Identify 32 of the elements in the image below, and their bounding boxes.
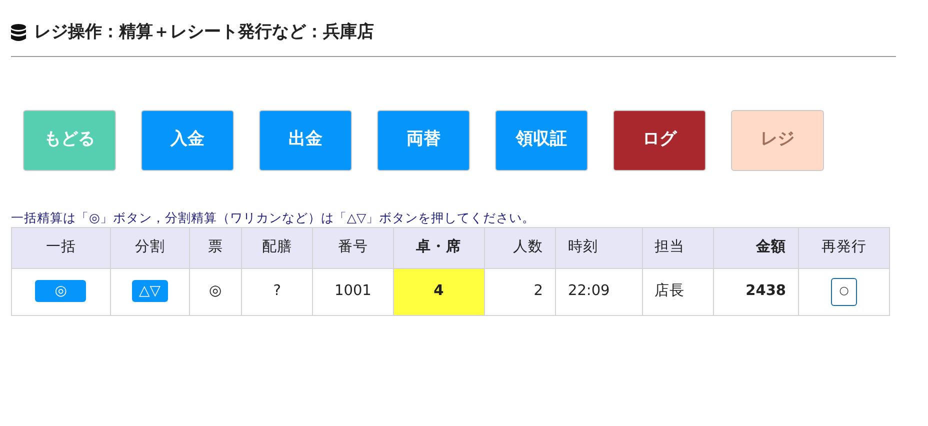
nav-button[interactable]: 入金 xyxy=(141,110,234,170)
column-header: 番号 xyxy=(312,227,394,268)
column-header: 分割 xyxy=(110,227,190,268)
table-cell: ? xyxy=(241,268,313,315)
nav-button[interactable]: もどる xyxy=(23,110,116,170)
page-title: レジ操作：精算＋レシート発行など：兵庫店 xyxy=(34,21,374,44)
column-header: 時刻 xyxy=(555,227,642,268)
reissue-button[interactable]: ○ xyxy=(831,278,857,306)
settle-button[interactable]: ◎ xyxy=(35,280,86,302)
instruction-text: 一括精算は「◎」ボタン，分割精算（ワリカンなど）は「△▽」ボタンを押してください。 xyxy=(11,208,536,226)
column-header: 再発行 xyxy=(798,227,890,268)
nav-button[interactable]: レジ xyxy=(731,110,824,170)
table-cell: ◎ xyxy=(189,268,242,315)
column-header: 票 xyxy=(189,227,242,268)
database-icon xyxy=(11,24,26,42)
column-header: 担当 xyxy=(642,227,714,268)
nav-button[interactable]: 両替 xyxy=(377,110,470,170)
table-cell: 22:09 xyxy=(555,268,642,315)
nav-button[interactable]: ログ xyxy=(613,110,706,170)
column-header: 金額 xyxy=(714,227,799,268)
table-cell: 2 xyxy=(484,268,556,315)
table-cell: 4 xyxy=(393,268,484,315)
column-header: 一括 xyxy=(12,227,110,268)
table-cell: 2438 xyxy=(714,268,799,315)
column-header: 人数 xyxy=(484,227,556,268)
nav-button[interactable]: 領収証 xyxy=(495,110,588,170)
nav-button[interactable]: 出金 xyxy=(259,110,352,170)
column-header: 卓・席 xyxy=(393,227,484,268)
table-cell: 店長 xyxy=(642,268,714,315)
table-cell: 1001 xyxy=(312,268,394,315)
column-header: 配膳 xyxy=(241,227,313,268)
split-button[interactable]: △▽ xyxy=(132,280,168,302)
